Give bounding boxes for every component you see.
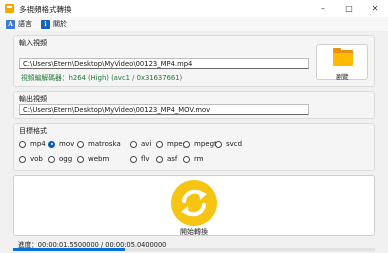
format-option-webm[interactable]: webm: [77, 155, 109, 163]
format-option-vob[interactable]: vob: [19, 155, 43, 163]
browse-button[interactable]: 瀏覽: [316, 44, 368, 81]
format-option-svcd[interactable]: svcd: [215, 140, 242, 148]
format-label: asf: [167, 155, 178, 163]
format-option-mov[interactable]: mov: [48, 140, 74, 148]
radio-button[interactable]: [156, 140, 163, 148]
format-label: ogg: [59, 155, 73, 163]
title-bar: 多視頻格式轉換 – □ ✕: [0, 0, 388, 17]
radio-button[interactable]: [156, 155, 163, 163]
radio-button[interactable]: [183, 140, 190, 148]
progress-bar: [13, 248, 375, 251]
format-label: vob: [30, 155, 43, 163]
radio-button[interactable]: [215, 140, 222, 148]
format-option-asf[interactable]: asf: [156, 155, 177, 163]
radio-button[interactable]: [19, 155, 26, 163]
radio-button[interactable]: [77, 155, 84, 163]
menu-item-about[interactable]: i 關於: [41, 18, 67, 30]
radio-button[interactable]: [19, 140, 26, 148]
target-format-title: 目標格式: [19, 127, 47, 135]
format-label: flv: [141, 155, 150, 163]
video-converter-icon: [5, 4, 14, 13]
menu-item-label: 語言: [18, 20, 32, 28]
format-option-matroska[interactable]: matroska: [77, 140, 121, 148]
radio-button[interactable]: [183, 155, 190, 163]
progress-bar-fill: [13, 248, 126, 251]
browse-label: 瀏覽: [335, 73, 349, 81]
format-option-flv[interactable]: flv: [130, 155, 150, 163]
format-label: mov: [59, 140, 75, 148]
target-format-group: 目標格式 mp4 mov matroska avi mpeg mpegts sv…: [13, 123, 375, 171]
close-icon[interactable]: ✕: [362, 0, 388, 17]
output-video-group: 輸出視頻 C:\Users\Etern\Desktop\MyVideo\0012…: [13, 91, 375, 119]
minimize-icon[interactable]: –: [310, 0, 336, 17]
menu-item-language[interactable]: A 語言: [6, 18, 32, 30]
radio-button[interactable]: [130, 140, 137, 148]
codec-info: 視頻編解碼器：h264 (High) (avc1 / 0x31637661): [21, 74, 183, 82]
output-video-title: 輸出視頻: [19, 95, 47, 103]
format-label: rm: [194, 155, 204, 163]
window-title: 多視頻格式轉換: [19, 5, 72, 14]
info-icon: i: [41, 19, 50, 29]
format-label: svcd: [226, 140, 243, 148]
start-convert-button[interactable]: 開始轉換: [13, 175, 375, 236]
input-video-group: 輸入視頻 C:\Users\Etern\Desktop\MyVideo\0012…: [13, 35, 375, 87]
radio-button[interactable]: [77, 140, 84, 148]
format-label: mp4: [30, 140, 46, 148]
output-path-field[interactable]: C:\Users\Etern\Desktop\MyVideo\00123_MP4…: [19, 104, 309, 115]
maximize-icon[interactable]: □: [336, 0, 362, 17]
format-option-ogg[interactable]: ogg: [48, 155, 72, 163]
menu-item-label: 關於: [53, 20, 67, 28]
format-label: matroska: [88, 140, 121, 148]
language-icon: A: [6, 19, 15, 29]
radio-button-selected[interactable]: [48, 140, 55, 148]
format-option-rm[interactable]: rm: [183, 155, 204, 163]
format-option-avi[interactable]: avi: [130, 140, 151, 148]
format-label: webm: [88, 155, 110, 163]
start-convert-label: 開始轉換: [180, 228, 208, 236]
menu-bar: A 語言 i 關於: [0, 17, 388, 31]
format-label: avi: [141, 140, 152, 148]
input-video-title: 輸入視頻: [19, 39, 47, 47]
radio-button[interactable]: [130, 155, 137, 163]
input-path-field[interactable]: C:\Users\Etern\Desktop\MyVideo\00123_MP4…: [19, 58, 309, 69]
radio-button[interactable]: [48, 155, 55, 163]
convert-arrows-svg: [181, 189, 207, 217]
format-option-mp4[interactable]: mp4: [19, 140, 46, 148]
convert-refresh-icon: [171, 180, 217, 226]
